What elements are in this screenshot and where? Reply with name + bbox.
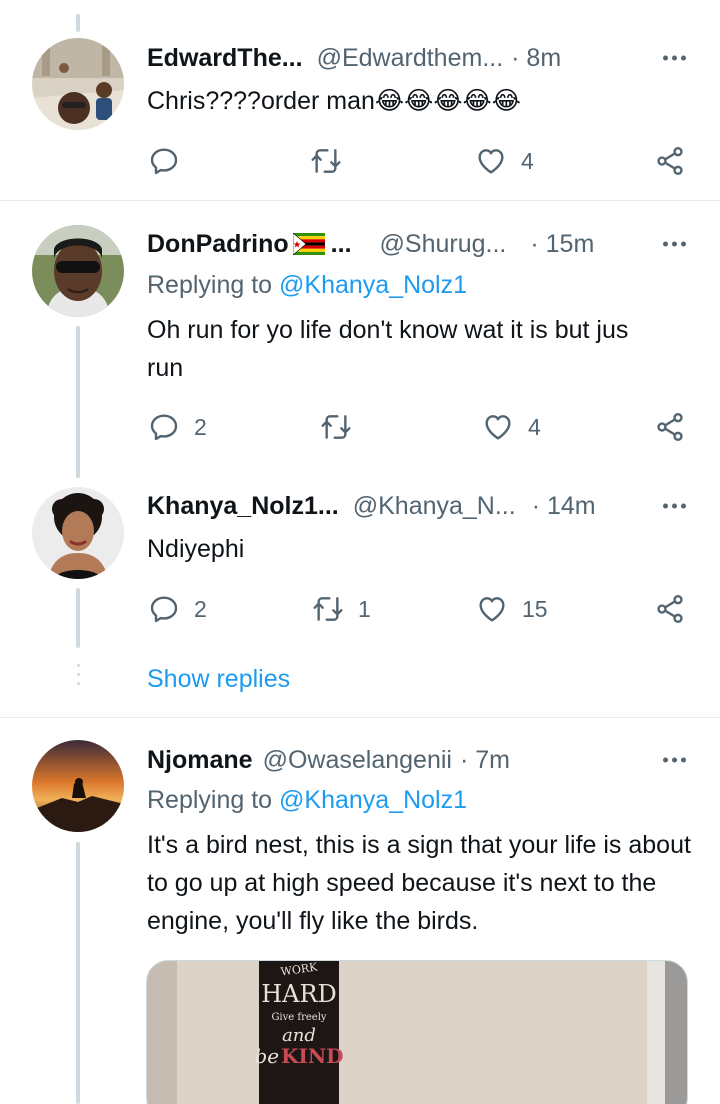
share-button[interactable]: [654, 141, 686, 181]
avatar[interactable]: [32, 487, 124, 579]
reply-count: 2: [194, 595, 207, 622]
like-button[interactable]: 15: [476, 589, 548, 629]
reply-icon: [150, 148, 178, 175]
tweet-text-content: Chris????order man: [147, 87, 375, 115]
like-count: 4: [528, 413, 541, 440]
show-replies-link[interactable]: Show replies: [147, 665, 290, 694]
reply-button[interactable]: 2: [148, 589, 207, 629]
tweet-actions: 4: [0, 141, 720, 181]
avatar-image: [32, 487, 124, 579]
more-icon[interactable]: [663, 241, 686, 247]
avatar-image: [32, 38, 124, 130]
more-icon[interactable]: [663, 757, 686, 763]
replying-to: Replying to @Khanya_Nolz1: [147, 786, 467, 815]
like-button[interactable]: 4: [475, 141, 534, 181]
author-name[interactable]: Njomane: [147, 746, 253, 775]
replying-to-label: Replying to: [147, 271, 273, 299]
replying-to-mention[interactable]: @Khanya_Nolz1: [279, 786, 467, 814]
replying-to-mention[interactable]: @Khanya_Nolz1: [279, 271, 467, 299]
thread-dots: [77, 664, 80, 691]
timestamp[interactable]: · 14m: [532, 492, 596, 521]
tweet-media-image[interactable]: WORK HARD Give freely and be KIND: [146, 960, 688, 1104]
tweet-text: It's a bird nest, this is a sign that yo…: [147, 831, 691, 935]
retweet-button[interactable]: 1: [312, 589, 371, 629]
reply-button[interactable]: 2: [148, 407, 207, 447]
timestamp[interactable]: · 15m: [530, 230, 594, 259]
avatar[interactable]: [32, 225, 124, 317]
share-icon: [657, 595, 683, 623]
avatar-image: [32, 740, 124, 832]
tweet-text: Oh run for yo life don't know wat it is …: [147, 316, 629, 382]
sign-line: be: [254, 1044, 280, 1068]
retweet-icon: [311, 149, 341, 173]
emoji-laughing: 😂😂😂😂😂: [374, 86, 521, 115]
reply-count: 2: [194, 413, 207, 440]
heart-icon: [479, 597, 505, 622]
author-name[interactable]: DonPadrino: [147, 230, 289, 259]
like-count: 15: [522, 595, 548, 622]
sign-line: WORK: [279, 960, 319, 979]
tweet-actions: 2 4: [0, 407, 720, 447]
author-handle[interactable]: @Owaselangenii: [263, 746, 452, 775]
tweet-text: Chris????order man😂😂😂😂😂: [147, 82, 692, 120]
author-name[interactable]: EdwardThe...: [147, 44, 303, 73]
more-icon[interactable]: [663, 503, 686, 509]
avatar[interactable]: [32, 38, 124, 130]
author-name[interactable]: Khanya_Nolz1...: [147, 492, 339, 521]
timestamp[interactable]: · 7m: [460, 746, 510, 775]
tweet-actions: 2 1 15: [0, 589, 720, 629]
avatar[interactable]: [32, 740, 124, 832]
sign-line: Give freely: [271, 1012, 327, 1023]
author-handle[interactable]: @Shurug...: [380, 230, 507, 259]
more-icon[interactable]: [663, 55, 686, 61]
sign-line: and: [282, 1025, 316, 1046]
tweet-edwardthe[interactable]: EdwardThe... @Edwardthem... · 8m Chris??…: [0, 0, 720, 200]
replying-to: Replying to @Khanya_Nolz1: [147, 271, 467, 300]
name-ellipsis: ...: [330, 229, 352, 258]
timestamp[interactable]: · 8m: [511, 44, 561, 73]
share-button[interactable]: [654, 589, 686, 629]
avatar-image: [32, 225, 124, 317]
tweet-khanya[interactable]: Khanya_Nolz1... @Khanya_N... · 14m Ndiye…: [0, 471, 720, 651]
heart-icon: [485, 415, 511, 440]
zimbabwe-flag-icon: [292, 233, 325, 255]
share-icon: [657, 147, 683, 175]
media-photo: [147, 961, 687, 1104]
share-icon: [657, 413, 683, 441]
tweet-header: Khanya_Nolz1... @Khanya_N... · 14m: [147, 488, 700, 524]
tweet-text: Ndiyephi: [147, 535, 245, 563]
sign-bottom: be KIND: [255, 1044, 344, 1068]
sign-line: HARD: [261, 980, 337, 1008]
tweet-header: DonPadrino ... @Shurug... · 15m: [147, 226, 700, 262]
reply-button[interactable]: [148, 141, 194, 181]
author-handle[interactable]: @Khanya_N...: [353, 492, 516, 521]
like-count: 4: [521, 147, 534, 174]
heart-icon: [478, 149, 504, 174]
sign-text: WORK HARD Give freely and be KIND: [255, 960, 344, 1104]
tweet-donpadrino[interactable]: DonPadrino ... @Shurug... · 15m Replying…: [0, 201, 720, 471]
like-button[interactable]: 4: [482, 407, 541, 447]
retweet-button[interactable]: [310, 141, 356, 181]
share-button[interactable]: [654, 407, 686, 447]
author-handle[interactable]: @Edwardthem...: [317, 44, 504, 73]
retweet-icon: [313, 597, 343, 621]
retweet-count: 1: [358, 595, 371, 622]
replying-to-label: Replying to: [147, 786, 273, 814]
reply-icon: [150, 414, 178, 441]
retweet-button[interactable]: [320, 407, 366, 447]
tweet-header: Njomane @Owaselangenii · 7m: [147, 742, 700, 778]
sign-line: KIND: [281, 1044, 344, 1068]
tweet-header: EdwardThe... @Edwardthem... · 8m: [147, 40, 700, 76]
retweet-icon: [321, 415, 351, 439]
reply-icon: [150, 596, 178, 623]
